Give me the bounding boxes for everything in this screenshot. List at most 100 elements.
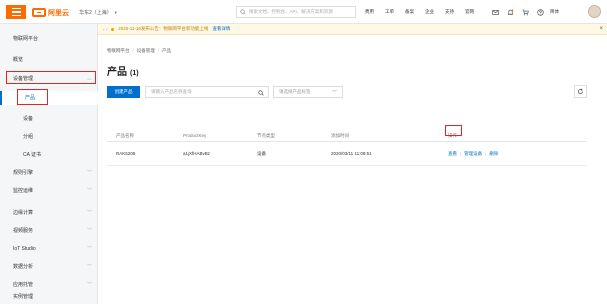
top-bar: 阿里云 华东2（上海） ▼ 搜索文档、控制台、API、解决方案和资源 费用 工单… <box>0 0 607 24</box>
region-label: 华东2（上海） <box>79 10 112 16</box>
top-nav: 费用 工单 备案 企业 支持 官网 <box>365 9 485 15</box>
product-search-placeholder: 请输入产品名称查询 <box>151 89 192 94</box>
main-content: ‹ › 2020-11-16发布公告：物联网平台新功能上线 查看详情 × 物联网… <box>98 24 607 304</box>
table-header: 产品名称 ProductKey 节点类型 添加时间 操作 <box>107 130 587 142</box>
nav-fee[interactable]: 费用 <box>365 9 374 15</box>
cell-created: 2020/03/11 11:09:51 <box>331 151 372 156</box>
close-icon[interactable]: × <box>599 26 603 32</box>
sidebar-item-iot-studio[interactable]: IoT Studio ﹀ <box>0 242 98 256</box>
sidebar-item-rule-engine[interactable]: 规则引擎 ﹀ <box>0 166 98 180</box>
column-header-actions: 操作 <box>448 132 457 138</box>
product-tag-select[interactable]: 请选择产品标签 ﹀ <box>273 86 343 98</box>
sidebar-item-product[interactable]: 产品 <box>0 91 98 105</box>
manage-devices-link[interactable]: 管理设备 <box>464 151 482 157</box>
product-count: (1) <box>130 70 139 77</box>
breadcrumb-item-iot[interactable]: 物联网平台 <box>107 48 130 54</box>
sidebar-item-label: IoT Studio <box>13 246 36 252</box>
page-title: 产品 (1) <box>107 63 139 78</box>
sidebar-title: 物联网平台 <box>13 36 39 42</box>
sidebar-item-video-service[interactable]: 视频服务 ﹀ <box>0 224 98 238</box>
chevron-down-icon: ﹀ <box>86 228 92 234</box>
sidebar-item-device-management[interactable]: 设备管理 ︿ <box>0 72 98 86</box>
sidebar-item-label: 产品 <box>25 95 36 101</box>
row-actions: 查看 | 管理设备 | 删除 <box>448 142 498 165</box>
chevron-down-icon: ﹀ <box>86 210 92 216</box>
sidebar-item-label: 概览 <box>13 57 24 63</box>
sidebar-item-label: 应用托管 <box>13 282 34 288</box>
nav-official[interactable]: 官网 <box>465 9 474 15</box>
product-tag-placeholder: 请选择产品标签 <box>279 89 311 94</box>
carousel-arrows-icon[interactable]: ‹ › <box>103 27 107 32</box>
notice-text: 2020-11-16发布公告：物联网平台新功能上线 <box>118 26 209 31</box>
column-header-productkey: ProductKey <box>183 133 207 138</box>
refresh-icon <box>578 88 583 94</box>
refresh-button[interactable] <box>574 85 587 98</box>
sidebar-item-monitoring[interactable]: 监控运维 ﹀ <box>0 184 98 198</box>
breadcrumb-item-device-management[interactable]: 设备管理 <box>137 48 155 54</box>
sidebar-item-label: 规则引擎 <box>13 170 34 176</box>
page-title-text: 产品 <box>107 67 127 78</box>
language-switch[interactable]: 简体 <box>550 9 559 15</box>
global-search-placeholder: 搜索文档、控制台、API、解决方案和资源 <box>249 9 333 14</box>
sidebar-item-data-analysis[interactable]: 数据分析 ﹀ <box>0 260 98 274</box>
aliyun-logo[interactable]: 阿里云 <box>32 7 69 18</box>
cell-product-name: RAK5205 <box>116 151 136 156</box>
cart-icon[interactable] <box>518 6 533 18</box>
breadcrumb-separator: / <box>132 48 134 53</box>
sidebar-item-group[interactable]: 分组 <box>0 130 98 144</box>
chevron-down-icon: ﹀ <box>86 246 92 252</box>
sidebar-item-label: 数据分析 <box>13 264 34 270</box>
sidebar-item-label: 实例管理 <box>13 294 34 300</box>
nav-ticket[interactable]: 工单 <box>385 9 394 15</box>
sidebar-item-edge-computing[interactable]: 边缘计算 ﹀ <box>0 206 98 220</box>
sidebar-item-label: 设备管理 <box>13 76 34 82</box>
cell-product-key: a1jXfHABvBz <box>183 151 211 156</box>
sidebar: 物联网平台 概览 设备管理 ︿ 产品 设备 分组 CA 证书 规则引擎 ﹀ 监控… <box>0 24 98 304</box>
sidebar-item-instance-management[interactable]: 实例管理 <box>0 290 98 304</box>
chevron-down-icon: ﹀ <box>86 264 92 270</box>
sidebar-item-label: CA 证书 <box>23 152 42 158</box>
chevron-down-icon: ﹀ <box>331 90 337 96</box>
search-icon[interactable] <box>258 89 264 96</box>
sidebar-item-label: 监控运维 <box>13 188 34 194</box>
sidebar-item-device[interactable]: 设备 <box>0 112 98 126</box>
sidebar-item-ca-cert[interactable]: CA 证书 <box>0 148 98 162</box>
nav-support[interactable]: 支持 <box>445 9 454 15</box>
chevron-down-icon: ﹀ <box>86 188 92 194</box>
action-separator: | <box>460 151 462 156</box>
action-separator: | <box>485 151 487 156</box>
product-search-input[interactable]: 请输入产品名称查询 <box>145 86 269 98</box>
nav-enterprise[interactable]: 企业 <box>425 9 434 15</box>
sidebar-item-label: 分组 <box>23 134 34 140</box>
delete-link[interactable]: 删除 <box>489 151 498 157</box>
notice-bar: ‹ › 2020-11-16发布公告：物联网平台新功能上线 查看详情 × <box>98 24 607 35</box>
global-search-input[interactable]: 搜索文档、控制台、API、解决方案和资源 <box>236 6 356 18</box>
logo-icon <box>32 8 46 17</box>
help-icon[interactable] <box>533 6 548 18</box>
chevron-up-icon: ︿ <box>86 76 92 82</box>
search-icon <box>240 9 246 15</box>
breadcrumb-separator: / <box>157 48 160 53</box>
region-selector[interactable]: 华东2（上海） ▼ <box>79 9 118 16</box>
user-avatar[interactable] <box>588 5 601 18</box>
sidebar-item-overview[interactable]: 概览 <box>0 53 98 67</box>
chevron-down-icon: ﹀ <box>86 170 92 176</box>
nav-icp[interactable]: 备案 <box>405 9 414 15</box>
caret-down-icon: ▼ <box>113 10 118 15</box>
top-icons: 简体 <box>488 6 559 18</box>
column-header-created: 添加时间 <box>331 132 349 138</box>
column-header-node-type: 节点类型 <box>257 132 275 138</box>
sidebar-item-label: 边缘计算 <box>13 210 34 216</box>
cell-node-type: 设备 <box>257 150 266 156</box>
notice-dot-icon <box>111 27 115 31</box>
view-link[interactable]: 查看 <box>448 151 457 157</box>
menu-icon[interactable] <box>6 5 26 19</box>
breadcrumb-item-product: 产品 <box>162 48 172 53</box>
message-icon[interactable] <box>488 6 503 18</box>
bell-icon[interactable] <box>503 6 518 18</box>
sidebar-item-label: 视频服务 <box>13 228 34 234</box>
logo-text: 阿里云 <box>48 9 69 17</box>
create-product-button[interactable]: 创建产品 <box>107 86 140 98</box>
sidebar-item-label: 设备 <box>23 116 34 122</box>
notice-link[interactable]: 查看详情 <box>212 26 230 32</box>
